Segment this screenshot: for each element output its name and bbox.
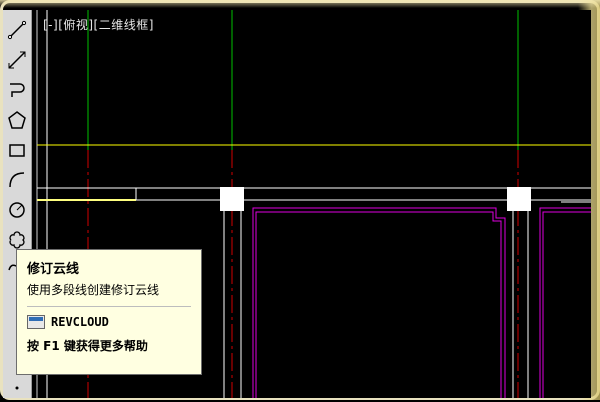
polygon-icon[interactable] (5, 108, 29, 132)
viewport-label[interactable]: [-][俯视][二维线框] (43, 16, 154, 33)
frame-highlight-top (0, 0, 600, 8)
command-window-icon (27, 315, 45, 329)
tooltip-divider (27, 306, 191, 307)
tooltip-help: 按 F1 键获得更多帮助 (27, 339, 148, 353)
line-icon[interactable] (5, 18, 29, 42)
tooltip-command: REVCLOUD (51, 315, 109, 329)
polyline-icon[interactable] (5, 78, 29, 102)
tooltip-title: 修订云线 (27, 262, 80, 277)
rectangle-icon[interactable] (5, 138, 29, 162)
circle-icon[interactable] (5, 198, 29, 222)
construction-line-icon[interactable] (5, 48, 29, 72)
tooltip-command-row: REVCLOUD (27, 315, 191, 329)
arc-icon[interactable] (5, 168, 29, 192)
tooltip-description: 使用多段线创建修订云线 (27, 283, 160, 297)
tool-tooltip: 修订云线 使用多段线创建修订云线 REVCLOUD 按 F1 键获得更多帮助 (16, 249, 202, 375)
